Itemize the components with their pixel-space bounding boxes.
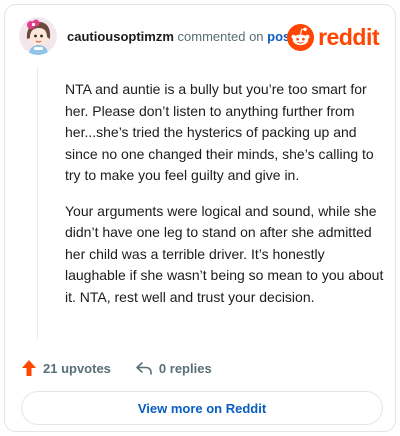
brand-name: reddit xyxy=(318,23,379,50)
comment-headline: cautiousoptimzm commented on post xyxy=(67,29,295,45)
view-more-label: View more on Reddit xyxy=(137,400,267,416)
comment-actions: 21 upvotes 0 replies xyxy=(21,357,212,379)
avatar-icon[interactable] xyxy=(19,17,57,55)
action-text: commented on xyxy=(177,29,264,44)
thread-line xyxy=(37,67,38,339)
reply-count: 0 replies xyxy=(158,360,212,376)
upvote-arrow-icon xyxy=(22,360,36,376)
upvote-button[interactable]: 21 upvotes xyxy=(21,359,111,377)
view-more-button[interactable]: View more on Reddit xyxy=(21,391,383,425)
comment-paragraph: Your arguments were logical and sound, w… xyxy=(65,202,384,305)
reddit-logo[interactable]: reddit xyxy=(287,23,379,51)
reddit-snoo-icon xyxy=(287,23,315,51)
reply-button[interactable]: 0 replies xyxy=(135,360,212,376)
comment-header: cautiousoptimzm commented on post reddit xyxy=(5,5,395,67)
comment-body: NTA and auntie is a bully but you’re too… xyxy=(65,79,385,322)
reply-arrow-icon xyxy=(136,362,152,375)
upvote-count: 21 upvotes xyxy=(43,360,111,376)
comment-card: cautiousoptimzm commented on post reddit… xyxy=(4,4,396,432)
username-link[interactable]: cautiousoptimzm xyxy=(67,29,174,44)
comment-paragraph: NTA and auntie is a bully but you’re too… xyxy=(65,81,374,183)
